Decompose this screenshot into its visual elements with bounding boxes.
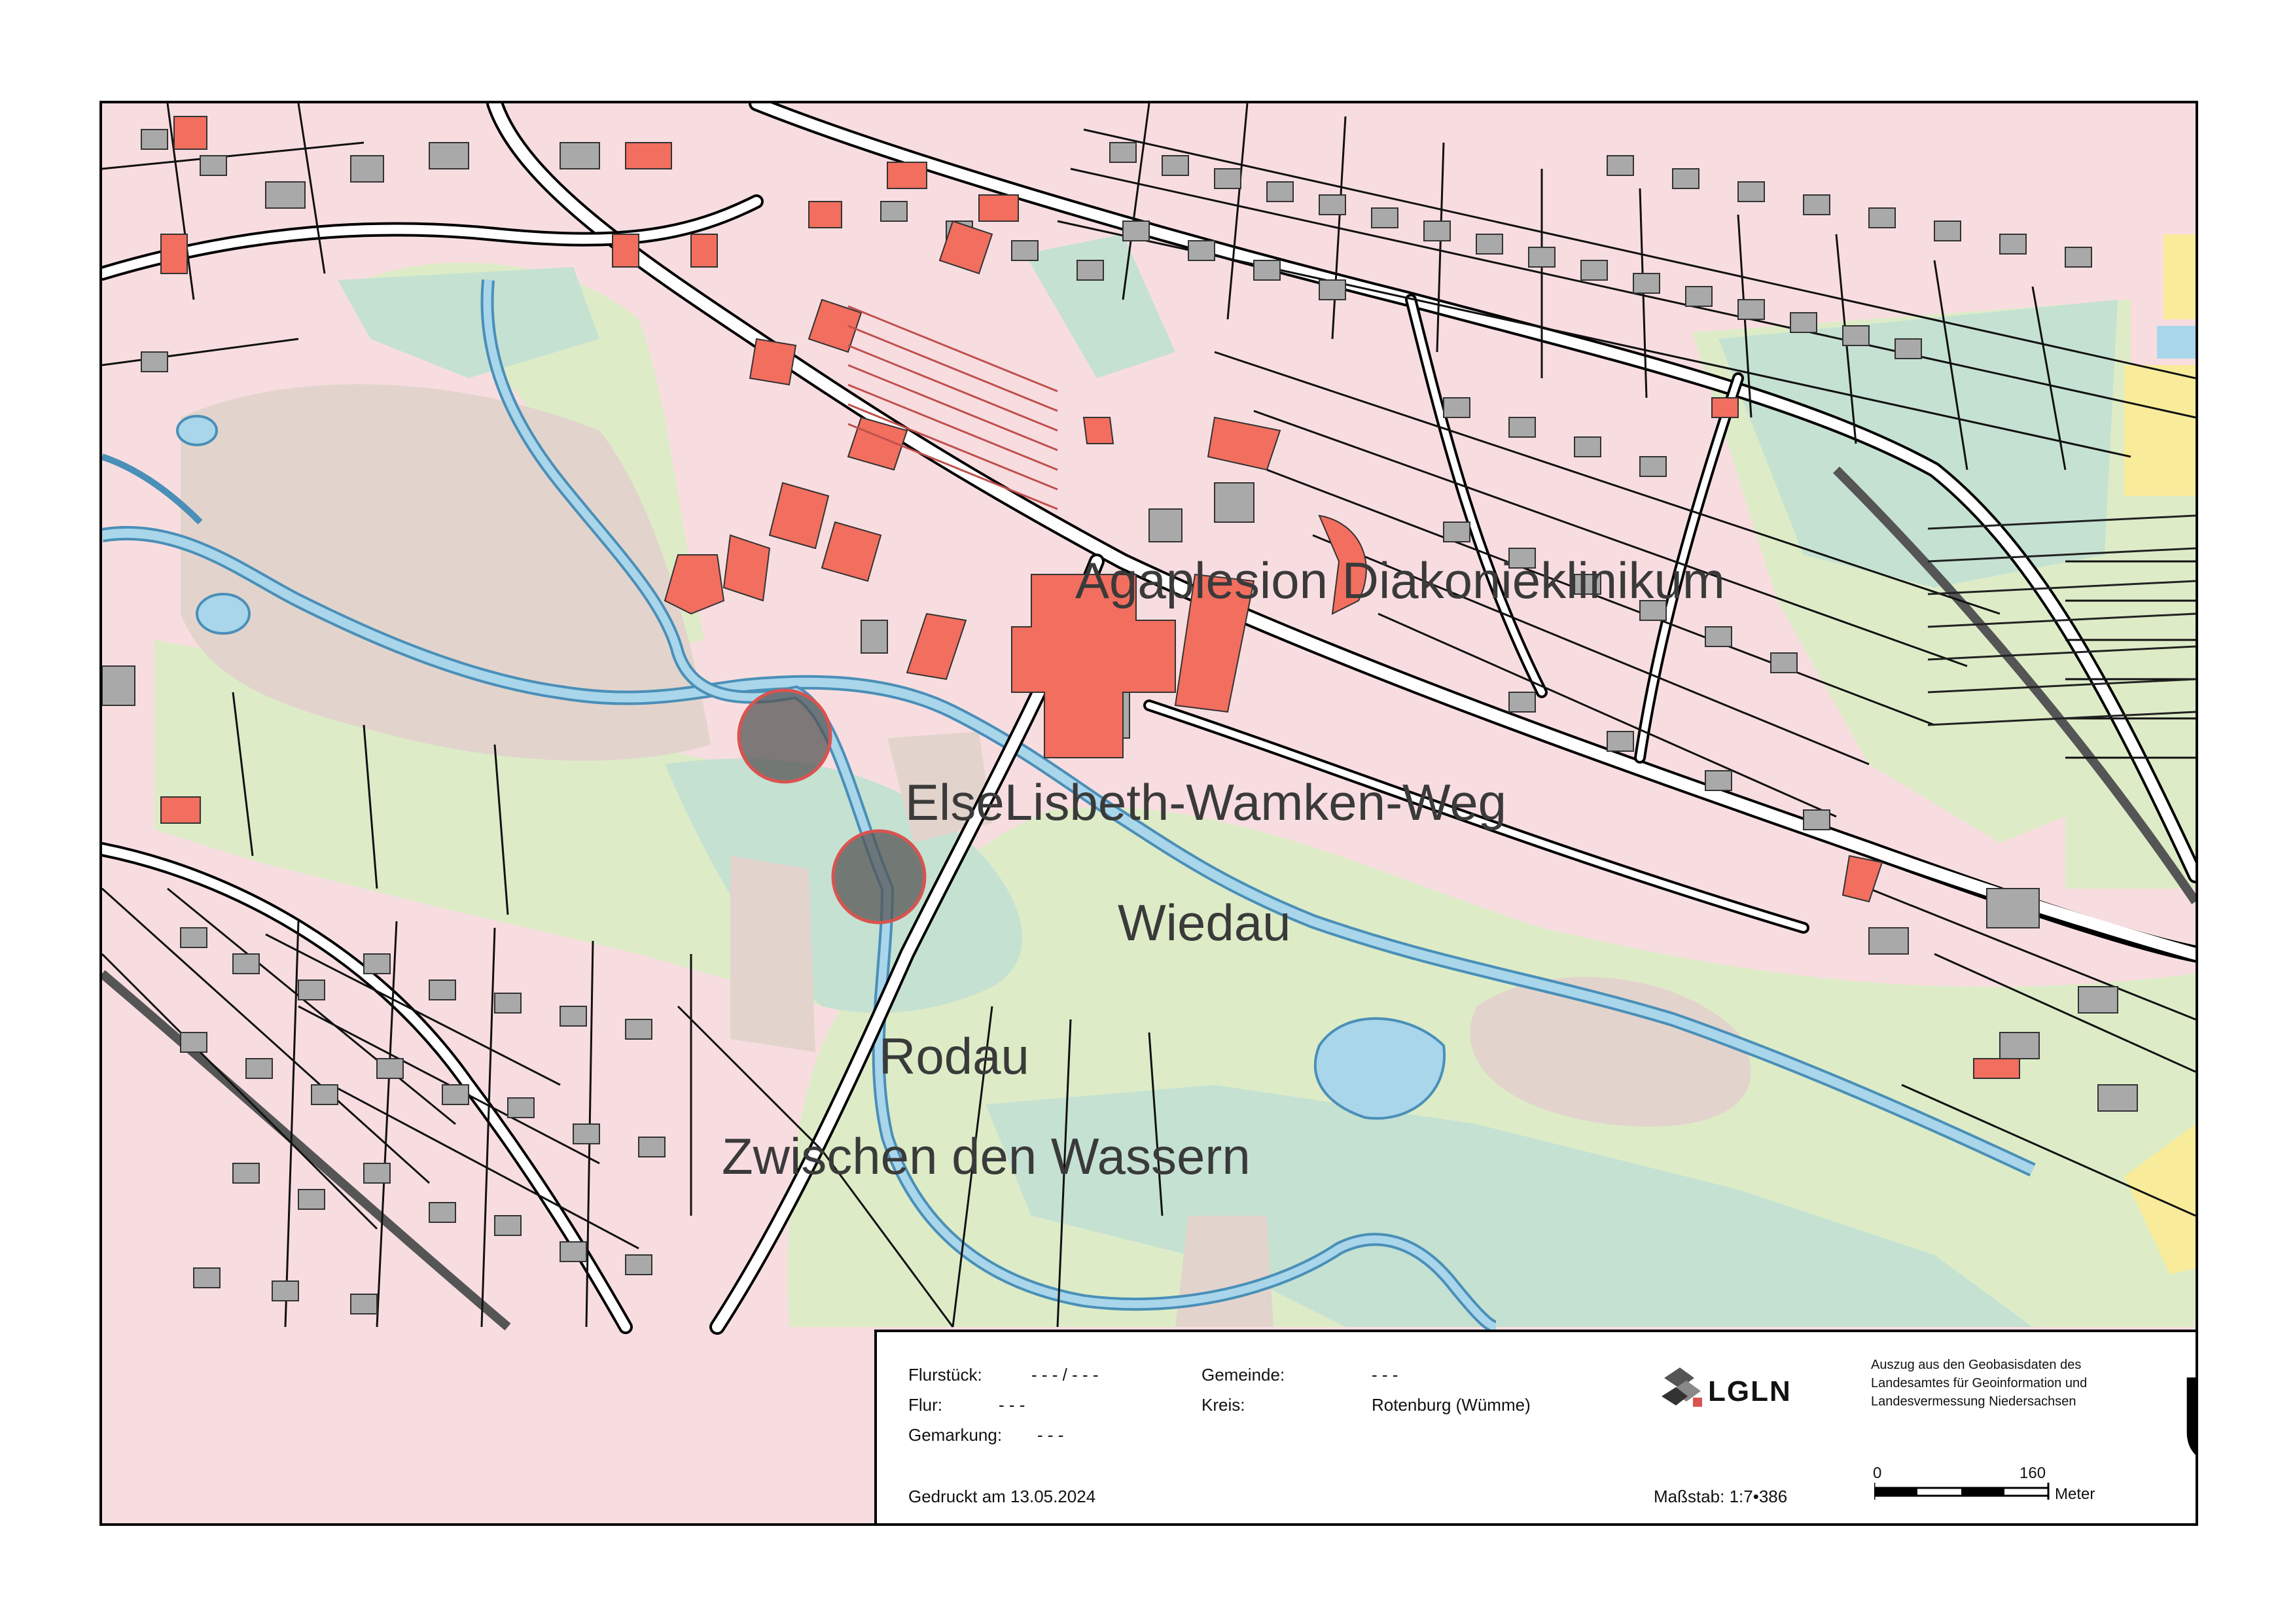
gemeinde-value: - - - xyxy=(1372,1365,1398,1385)
flurstueck-label: Flurstück: xyxy=(908,1365,982,1385)
label-river-rodau: Rodau xyxy=(879,1027,1029,1085)
scalebar-160: 160 xyxy=(2019,1464,2046,1482)
label-street: ElseLisbeth-Wamken-Weg xyxy=(905,773,1507,831)
map-frame: Agaplesion Diakonieklinikum ElseLisbeth-… xyxy=(99,101,2198,1526)
rail-strip xyxy=(2124,365,2196,496)
flur-value: - - - xyxy=(999,1395,1025,1415)
source-line-1: Auszug aus den Geobasisdaten des xyxy=(1871,1358,2082,1372)
kreis-label: Kreis: xyxy=(1201,1395,1245,1415)
field-area xyxy=(1175,1216,1273,1327)
label-river-wiedau: Wiedau xyxy=(1118,894,1291,951)
source-line-2: Landesamtes für Geoinformation und xyxy=(1871,1376,2088,1390)
source-line-3: Landesvermessung Niedersachsen xyxy=(1871,1394,2076,1409)
flur-label: Flur: xyxy=(908,1395,942,1415)
lgln-logo-icon xyxy=(1662,1368,1702,1407)
pond xyxy=(176,415,218,446)
print-date: Gedruckt am 13.05.2024 xyxy=(908,1487,1096,1506)
flurstueck-value: - - - / - - - xyxy=(1031,1365,1099,1385)
label-hospital: Agaplesion Diakonieklinikum xyxy=(1075,552,1725,609)
scalebar-unit: Meter xyxy=(2055,1485,2095,1503)
pond xyxy=(196,593,251,635)
scalebar-zero: 0 xyxy=(1873,1464,1882,1482)
gemarkung-value: - - - xyxy=(1037,1425,1064,1445)
kreis-value: Rotenburg (Wümme) xyxy=(1372,1395,1531,1415)
field-area xyxy=(730,856,815,1052)
gemarkung-label: Gemarkung: xyxy=(908,1425,1003,1445)
pond xyxy=(2157,326,2196,359)
scale-text: Maßstab: 1:7•386 xyxy=(1654,1487,1788,1506)
overview-mark: Ü xyxy=(2177,1358,2196,1483)
scale-bar xyxy=(1874,1483,2050,1500)
info-panel: Flurstück: - - - / - - - Flur: - - - Gem… xyxy=(874,1330,2196,1523)
lgln-logo-text: LGLN xyxy=(1708,1375,1792,1407)
gemeinde-label: Gemeinde: xyxy=(1201,1365,1285,1385)
circle-marker xyxy=(737,688,832,784)
rail-strip xyxy=(2163,234,2196,319)
circle-marker xyxy=(831,829,927,925)
label-area: Zwischen den Wassern xyxy=(722,1127,1251,1185)
